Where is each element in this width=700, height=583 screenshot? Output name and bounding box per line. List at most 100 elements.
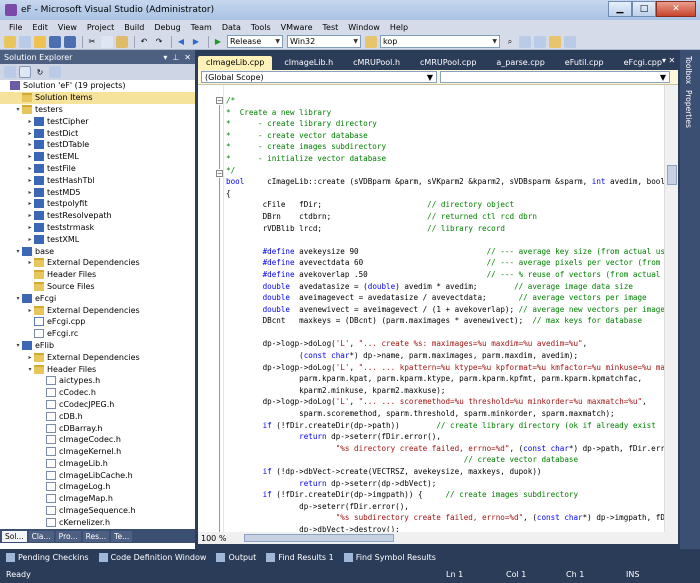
bottom-tab[interactable]: Output [216,552,256,562]
zoom-level[interactable]: 100 % [201,534,226,543]
menu-file[interactable]: File [4,23,27,32]
close-icon[interactable]: ✕ [184,53,191,62]
tree-item[interactable]: Solution Items [0,91,195,104]
undo-icon[interactable]: ↶ [138,36,150,48]
toolbox-tab[interactable]: Toolbox [684,56,693,84]
tree-item[interactable]: cImageMap.h [0,493,195,505]
close-button[interactable]: ✕ [656,1,696,17]
navigate-back-icon[interactable]: ◀ [175,36,187,48]
tree-item[interactable]: cImageLibCache.h [0,469,195,481]
collapse-icon[interactable]: − [216,97,223,104]
tree-item[interactable]: ▸ External Dependencies [0,257,195,269]
menu-build[interactable]: Build [119,23,149,32]
expand-arrow-icon[interactable]: ▸ [26,165,34,172]
expand-arrow-icon[interactable]: ▸ [26,200,34,207]
properties-tab[interactable]: Properties [684,90,693,128]
tree-item[interactable]: ▸ External Dependencies [0,304,195,316]
tree-item[interactable]: ▸ testMD5 [0,186,195,198]
expand-arrow-icon[interactable]: ▸ [26,224,34,231]
document-tab[interactable]: cMRUPool.cpp [412,56,484,70]
tree-item[interactable]: ▸ testCipher [0,115,195,127]
menu-vmware[interactable]: VMware [276,23,318,32]
expand-arrow-icon[interactable]: ▸ [26,130,34,137]
minimize-button[interactable]: ▁ [608,1,632,17]
tree-item[interactable]: cDB.h [0,410,195,422]
bottom-tab[interactable]: Pending Checkins [6,552,89,562]
tree-item[interactable]: cDBarray.h [0,422,195,434]
collapse-arrow-icon[interactable]: ▾ [14,342,22,349]
document-tab[interactable]: a_parse.cpp [488,56,552,70]
redo-icon[interactable]: ↷ [153,36,165,48]
expand-arrow-icon[interactable]: ▸ [26,189,34,196]
collapse-arrow-icon[interactable]: ▾ [26,366,34,373]
expand-arrow-icon[interactable]: ▸ [26,236,34,243]
tree-item[interactable]: ▾ Header Files [0,363,195,375]
dropdown-icon[interactable]: ▾ [163,53,167,62]
bottom-tab[interactable]: Find Results 1 [266,552,334,562]
new-project-icon[interactable] [4,35,16,48]
tree-item[interactable]: ▸ External Dependencies [0,351,195,363]
document-tab[interactable]: cImageLib.h [276,56,341,70]
tree-item[interactable]: cImageCodec.h [0,434,195,446]
menu-edit[interactable]: Edit [27,23,53,32]
tree-item[interactable]: eFcgi.cpp [0,316,195,328]
tree-item[interactable]: cCodecJPEG.h [0,399,195,411]
find-combo[interactable]: kop ▼ [380,35,500,48]
expand-arrow-icon[interactable]: ▸ [26,354,34,361]
tree-item[interactable]: cImageSequence.h [0,505,195,517]
cut-icon[interactable]: ✂ [86,36,98,48]
solution-configuration-select[interactable]: Release ▼ [227,35,283,48]
tree-item[interactable]: ▾ base [0,245,195,257]
menu-data[interactable]: Data [217,23,246,32]
tree-item[interactable]: ▾ testers [0,104,195,116]
view-class-diagram-icon[interactable] [49,66,61,78]
tree-item[interactable]: ▸ testResolvepath [0,210,195,222]
menu-project[interactable]: Project [82,23,119,32]
tree-item[interactable]: Source Files [0,281,195,293]
collapse-icon[interactable]: − [216,170,223,177]
tree-item[interactable]: ▸ testDict [0,127,195,139]
menu-help[interactable]: Help [385,23,413,32]
tree-item[interactable]: ▾ eFcgi [0,292,195,304]
save-icon[interactable] [49,35,61,48]
expand-arrow-icon[interactable]: ▸ [26,141,34,148]
bottom-tab[interactable]: Code Definition Window [98,552,206,562]
tree-item[interactable]: eFcgi.rc [0,328,195,340]
tree-item[interactable]: cKernelizer.h [0,516,195,528]
add-item-icon[interactable] [19,35,31,48]
scrollbar-thumb[interactable] [667,165,677,185]
bottom-tab[interactable]: Find Symbol Results [343,552,436,562]
code-editor[interactable]: − − /* * Create a new library * - create l… [198,85,664,532]
navigate-forward-icon[interactable]: ▶ [190,36,202,48]
collapse-arrow-icon[interactable]: ▾ [14,106,22,113]
tree-item[interactable]: ▸ testDTable [0,139,195,151]
expand-arrow-icon[interactable]: ▸ [26,212,34,219]
show-all-files-icon[interactable] [19,66,31,78]
tree-item[interactable]: ▸ testFile [0,163,195,175]
tree-item[interactable]: cImageLog.h [0,481,195,493]
tree-item[interactable]: Header Files [0,269,195,281]
tree-item[interactable]: cImageKernel.h [0,446,195,458]
document-tab[interactable]: eFutil.cpp [557,56,612,70]
member-select[interactable]: ▼ [440,71,670,83]
toolbox-icon[interactable] [564,35,576,48]
menu-test[interactable]: Test [318,23,344,32]
collapse-arrow-icon[interactable]: ▾ [14,295,22,302]
tree-item[interactable]: ▾ eFlib [0,340,195,352]
editor-vertical-scrollbar[interactable] [664,85,678,532]
tree-item[interactable]: ▸ testHashTbl [0,174,195,186]
save-all-icon[interactable] [64,35,76,48]
tree-item[interactable]: ▸ testEML [0,151,195,163]
refresh-icon[interactable]: ↻ [34,66,46,78]
tool-tab[interactable]: Pro... [55,530,81,542]
object-browser-icon[interactable] [549,35,561,48]
find-in-files-icon[interactable] [365,35,377,48]
solution-explorer-icon[interactable] [519,35,531,48]
copy-icon[interactable] [101,35,113,48]
properties-icon[interactable] [4,66,16,78]
tool-tab[interactable]: Te... [111,530,133,542]
open-file-icon[interactable] [34,35,46,48]
document-tab[interactable]: cImageLib.cpp [198,56,273,70]
pin-icon[interactable]: ⊥ [172,53,179,62]
solution-platform-select[interactable]: Win32 ▼ [287,35,361,48]
